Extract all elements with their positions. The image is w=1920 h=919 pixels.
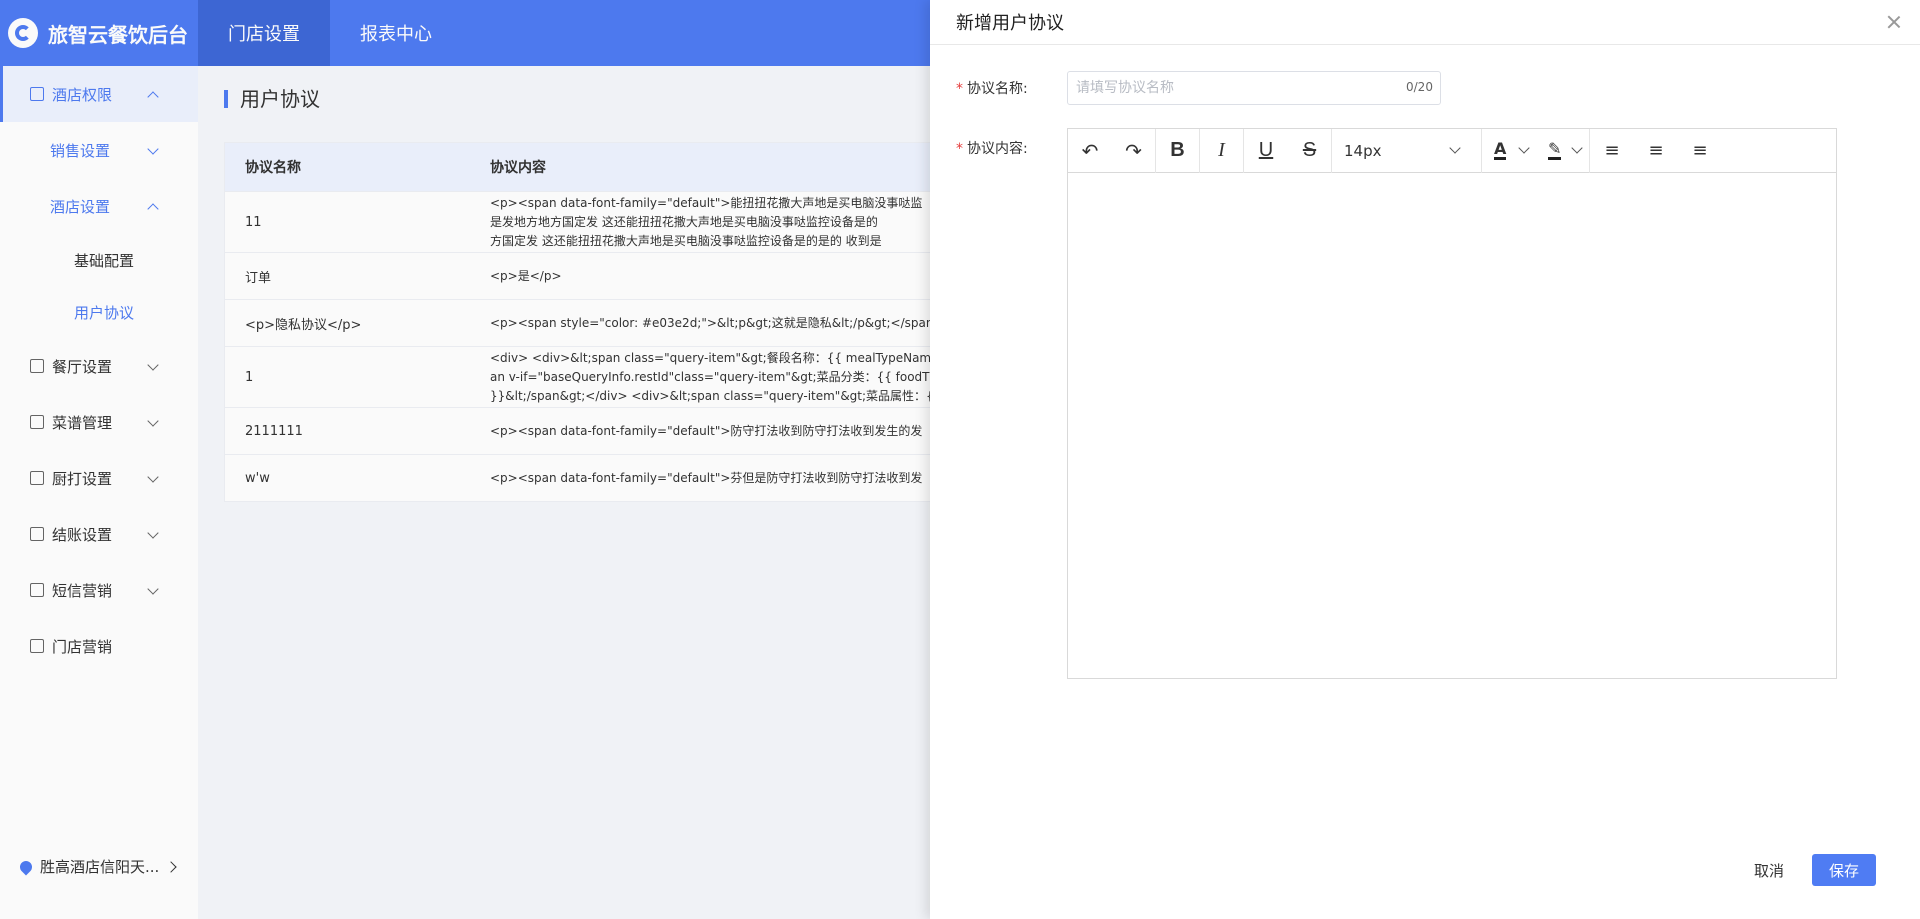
rich-text-editor: ↶ ↷ B I U S 14px A ✎ ≡ ≡ ≡ [1067, 128, 1837, 679]
italic-icon[interactable]: I [1200, 128, 1244, 173]
required-mark: * [956, 81, 963, 97]
cancel-button[interactable]: 取消 [1754, 860, 1784, 881]
drawer-title: 新增用户协议 [956, 13, 1064, 34]
drawer-header: 新增用户协议 [930, 0, 1920, 45]
chevron-down-icon [1571, 141, 1583, 154]
save-button[interactable]: 保存 [1812, 854, 1876, 886]
undo-icon[interactable]: ↶ [1068, 129, 1112, 173]
chevron-down-icon [1518, 141, 1530, 154]
label-text: 协议名称: [967, 81, 1028, 97]
underline-icon[interactable]: U [1244, 129, 1288, 173]
text-color-icon: A [1494, 139, 1507, 160]
name-label: * 协议名称: [956, 78, 1028, 98]
text-color-picker[interactable]: A [1482, 129, 1536, 173]
redo-icon[interactable]: ↷ [1112, 128, 1156, 173]
label-text: 协议内容: [967, 141, 1028, 157]
font-size-value: 14px [1344, 141, 1382, 160]
drawer-footer: 取消 保存 [1754, 854, 1876, 886]
highlight-pen-icon: ✎ [1548, 139, 1562, 160]
agreement-name-input[interactable] [1067, 71, 1441, 105]
highlight-color-picker[interactable]: ✎ [1536, 128, 1590, 173]
add-agreement-drawer: 新增用户协议 *协议名称: 0/20 *协议内容: ↶ ↷ B I U S 14… [930, 0, 1920, 919]
bold-icon[interactable]: B [1156, 128, 1200, 173]
required-mark: * [956, 141, 963, 157]
font-size-select[interactable]: 14px [1332, 128, 1482, 173]
align-right-icon[interactable]: ≡ [1678, 129, 1722, 173]
char-counter: 0/20 [1406, 80, 1433, 94]
editor-toolbar: ↶ ↷ B I U S 14px A ✎ ≡ ≡ ≡ [1068, 128, 1836, 173]
content-label: * 协议内容: [956, 138, 1028, 158]
close-icon[interactable] [1884, 12, 1904, 32]
align-left-icon[interactable]: ≡ [1590, 129, 1634, 173]
chevron-down-icon [1449, 141, 1461, 154]
drawer-mask[interactable] [0, 0, 930, 919]
strikethrough-icon[interactable]: S [1288, 128, 1332, 173]
align-center-icon[interactable]: ≡ [1634, 129, 1678, 173]
editor-content-area[interactable] [1068, 173, 1836, 678]
